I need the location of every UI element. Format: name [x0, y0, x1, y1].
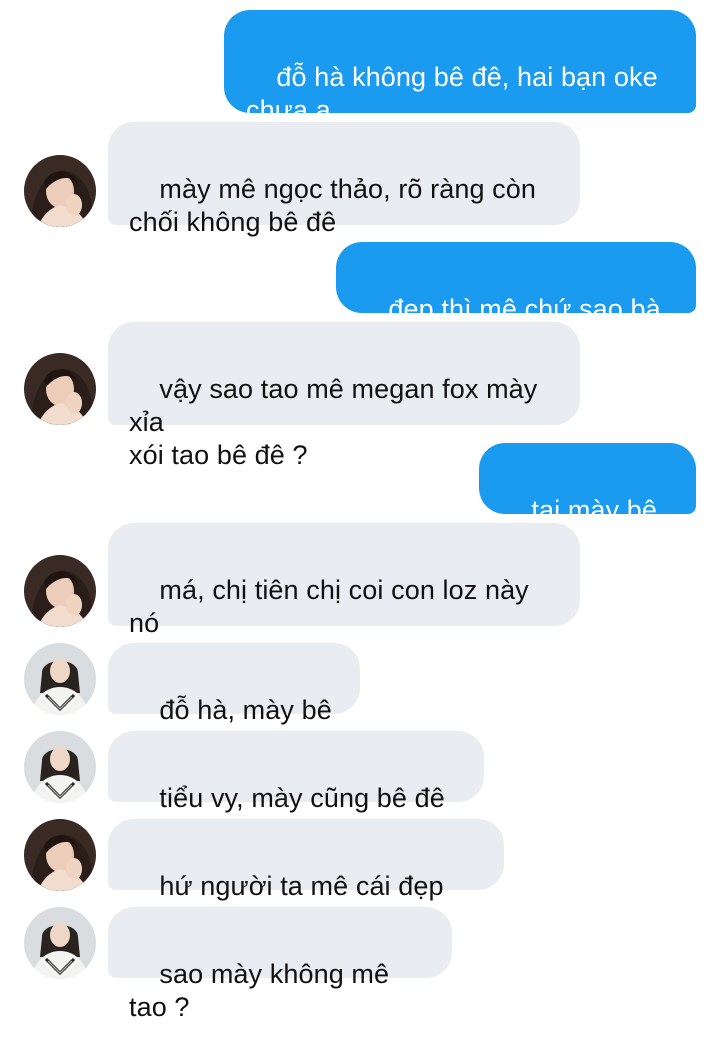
- incoming-message-bubble[interactable]: sao mày không mê tao ?: [108, 907, 452, 1022]
- incoming-message-bubble[interactable]: đỗ hà, mày bê đê: [108, 643, 360, 758]
- incoming-message-bubble[interactable]: má, chị tiên chị coi con loz này nó ngan…: [108, 523, 580, 702]
- avatar-girl-dark-hair[interactable]: [24, 155, 96, 227]
- message-text: đẹp thì mê chứ sao bà: [388, 294, 661, 324]
- outgoing-message-bubble[interactable]: đỗ hà không bê đê, hai bạn oke chưa ạ: [224, 10, 696, 125]
- incoming-message-bubble[interactable]: tiểu vy, mày cũng bê đê nốt: [108, 731, 484, 846]
- outgoing-message-bubble[interactable]: tại mày bê đê.: [479, 443, 696, 558]
- message-text: đỗ hà không bê đê, hai bạn oke chưa ạ: [246, 62, 658, 125]
- avatar-girl-dark-hair[interactable]: [24, 555, 96, 627]
- avatar-girl-dark-hair[interactable]: [24, 353, 96, 425]
- incoming-message-bubble[interactable]: vậy sao tao mê megan fox mày xỉa xói tao…: [108, 322, 580, 470]
- avatar-girl-dark-hair[interactable]: [24, 819, 96, 891]
- avatar-girl-vest[interactable]: [24, 907, 96, 979]
- conversation-thread: đỗ hà không bê đê, hai bạn oke chưa ạ mà…: [0, 0, 720, 1022]
- message-text: mày mê ngọc thảo, rõ ràng còn chối không…: [129, 174, 537, 237]
- avatar-girl-vest[interactable]: [24, 731, 96, 803]
- incoming-message-bubble[interactable]: hứ người ta mê cái đẹp nhoa: [108, 819, 504, 934]
- avatar-girl-vest[interactable]: [24, 643, 96, 715]
- outgoing-message-bubble[interactable]: đẹp thì mê chứ sao bà: [336, 242, 696, 355]
- message-text: sao mày không mê tao ?: [129, 959, 397, 1022]
- incoming-message-bubble[interactable]: mày mê ngọc thảo, rõ ràng còn chối không…: [108, 122, 580, 237]
